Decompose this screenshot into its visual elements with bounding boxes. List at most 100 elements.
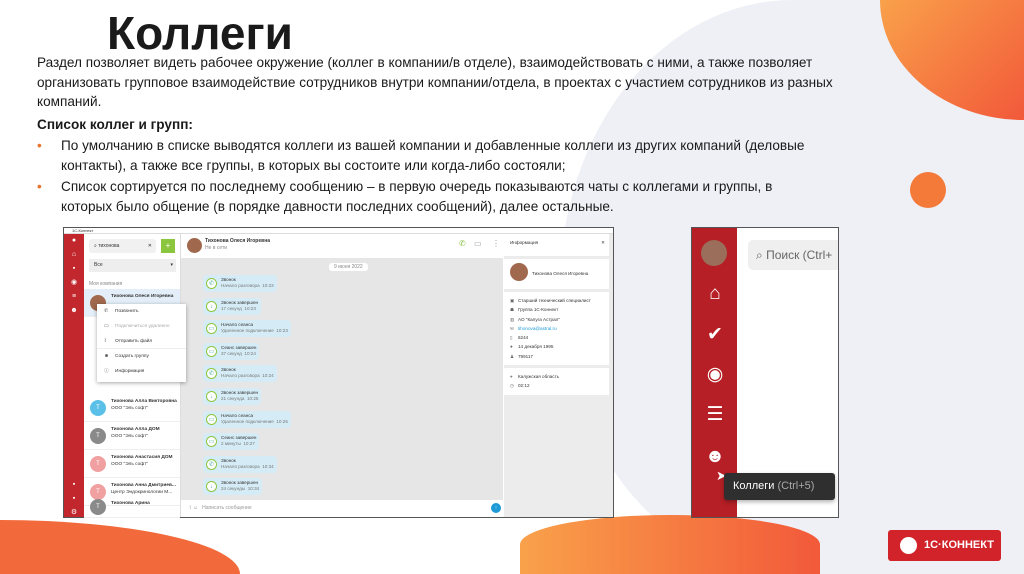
message-sub: 21 секунда <box>221 396 245 401</box>
send-button[interactable]: ↑ <box>491 503 501 513</box>
contact-org: ООО "Эль софт" <box>111 462 149 467</box>
paperclip-icon: ⌇ <box>104 339 107 344</box>
info-name: Тихонова Олеся Игоревна <box>532 271 589 276</box>
info-region: Калужская область <box>518 374 560 380</box>
chevron-down-icon: ▾ <box>170 262 173 268</box>
menu-item-create-group[interactable]: ☻ Создать группу <box>97 349 186 364</box>
message-time: 10:34 <box>247 486 260 492</box>
building-icon: ▥ <box>510 316 515 322</box>
info-icon: ⓘ <box>104 369 109 374</box>
info-panel: Информация ✕ Тихонова Олеся Игоревна ▣ Ста… <box>504 234 613 517</box>
contact-org: Центр Эндокринологии М... <box>111 490 173 495</box>
message-icon: ✆ <box>206 368 217 380</box>
contact-item[interactable]: Т Тихонова Анастасия ДОМ ООО "Эль софт" <box>84 450 180 478</box>
chat-panel: Тихонова Олеся Игоревна Не в сети ✆ ▭ ⋮ 9… <box>181 234 503 517</box>
filter-value: Все <box>94 262 103 268</box>
avatar <box>187 238 202 253</box>
message-sub: Начало разговора <box>221 463 260 469</box>
more-icon[interactable]: ⋮ <box>492 240 500 248</box>
menu-item-call[interactable]: ✆ Позвонить <box>97 304 186 319</box>
id-icon: ♟ <box>510 353 515 359</box>
chat-icon[interactable]: ✔ <box>702 323 728 346</box>
search-input[interactable]: ⌕ тихонова ✕ <box>89 239 156 253</box>
settings-icon[interactable]: ⚙ <box>70 509 78 516</box>
phone-icon: ▯ <box>510 335 513 341</box>
message-sub: 17 секунд <box>221 305 242 311</box>
close-icon[interactable]: ✕ <box>601 238 605 247</box>
phone-icon[interactable]: ✆ <box>459 240 466 248</box>
add-button[interactable]: + <box>161 239 175 253</box>
chat-message: ▭ Начало сеанса Удаленное подключение 10:2… <box>203 410 291 428</box>
bullet-item: Список сортируется по последнему сообщен… <box>37 177 827 216</box>
message-sub: Удаленное подключение <box>221 418 274 424</box>
chat-icon[interactable]: ▪ <box>70 265 78 272</box>
info-email[interactable]: tihonova@astral.ru <box>518 326 557 331</box>
avatar[interactable]: ● <box>70 237 78 244</box>
group-icon: ☻ <box>104 354 110 359</box>
menu-label: Создать группу <box>115 354 149 359</box>
app-sidebar: ● ⌂ ▪ ◉ ≡ ☻ ▪ ▪ ⚙ <box>64 234 84 517</box>
message-icon: ↓ <box>206 391 217 402</box>
contact-org: ООО "Эль софт" <box>111 406 149 411</box>
contact-item[interactable]: Т Тихонова Арина <box>84 496 180 518</box>
chat-status: Не в сети <box>205 245 228 251</box>
info-position: Старший технический специалист <box>518 298 591 303</box>
menu-label: Информация <box>115 369 145 374</box>
list-icon[interactable]: ☰ <box>702 403 728 426</box>
contact-name: Тихонова Анастасия ДОМ <box>111 455 173 460</box>
support-icon[interactable]: ▪ <box>70 481 78 488</box>
chat-message: ✆ Звонок Начало разговора 10:23 <box>203 275 277 292</box>
colleagues-icon[interactable]: ☻ <box>70 307 78 314</box>
contact-item[interactable]: Т Тихонова Алла ДОМ ООО "Эль софт" <box>84 422 180 450</box>
search-input[interactable]: ⌕ Поиск (Ctrl+ <box>748 240 838 270</box>
bg-circle-orange-small <box>910 172 946 208</box>
clear-icon[interactable]: ✕ <box>148 239 152 253</box>
message-sub: 37 секунд <box>221 350 242 356</box>
filter-select[interactable]: Все ▾ <box>89 259 176 272</box>
message-sub: Удаленное подключение <box>221 328 274 334</box>
chat-message: ✆ Звонок Начало разговора 10:24 <box>203 365 277 383</box>
home-icon[interactable]: ⌂ <box>70 251 78 258</box>
chat-header: Тихонова Олеся Игоревна Не в сети ✆ ▭ ⋮ <box>181 234 503 258</box>
bullet-list: По умолчанию в списке выводятся коллеги … <box>37 136 827 218</box>
video-icon[interactable]: ▪ <box>70 495 78 502</box>
info-header: Информация ✕ <box>504 234 609 256</box>
contact-item[interactable]: Т Тихонова Алла Викторовна ООО "Эль софт" <box>84 394 180 422</box>
birthday-icon: ● <box>510 344 513 350</box>
logo-text: 1С·КОННЕКТ <box>924 539 994 551</box>
menu-label: Отправить файл <box>115 339 153 344</box>
menu-item-info[interactable]: ⓘ Информация <box>97 364 186 379</box>
list-icon[interactable]: ≡ <box>70 293 78 300</box>
screen-share-icon[interactable]: ▭ <box>474 240 482 248</box>
menu-item-remote[interactable]: ▭ Подключиться удаленно <box>97 319 186 334</box>
contact-name: Тихонова Алла Викторовна <box>111 399 177 404</box>
composer[interactable]: ⌇ ☺ Написать сообщение <box>181 500 503 517</box>
message-icon: ▭ <box>206 436 217 448</box>
home-icon[interactable]: ⌂ <box>702 283 728 305</box>
context-menu: ✆ Позвонить ▭ Подключиться удаленно ⌇ Отпра… <box>97 304 186 382</box>
colleagues-icon[interactable]: ☻ <box>702 446 728 468</box>
info-profile: Тихонова Олеся Игоревна <box>504 259 609 289</box>
message-sub: Начало разговора <box>221 283 260 288</box>
message-icon: ✆ <box>206 458 217 470</box>
info-time: 02:12 <box>518 383 530 389</box>
headset-icon <box>900 537 917 554</box>
chat-message: ✆ Звонок Начало разговора 10:34 <box>203 455 277 473</box>
bullet-item: По умолчанию в списке выводятся коллеги … <box>37 136 827 175</box>
info-ext: 6244 <box>518 335 529 341</box>
message-sub: 2 минуты <box>221 441 241 447</box>
message-time: 10:24 <box>244 350 256 356</box>
info-location: ⌖ Калужская область ◷ 02:12 <box>504 368 609 395</box>
contact-icon[interactable]: ◉ <box>702 363 728 386</box>
avatar[interactable] <box>701 240 727 266</box>
chat-message: ↓ Звонок завершен 17 секунд 10:23 <box>203 297 262 315</box>
section-label: Моя компания <box>89 281 123 287</box>
contact-icon[interactable]: ◉ <box>70 279 78 286</box>
message-time: 10:27 <box>243 441 255 447</box>
message-time: 10:23 <box>262 283 274 288</box>
menu-item-send-file[interactable]: ⌇ Отправить файл <box>97 334 186 349</box>
menu-label: Позвонить <box>115 309 139 314</box>
message-sub: 24 секунды <box>221 486 246 492</box>
menu-label: Подключиться удаленно <box>115 324 170 329</box>
phone-icon: ✆ <box>104 309 109 314</box>
